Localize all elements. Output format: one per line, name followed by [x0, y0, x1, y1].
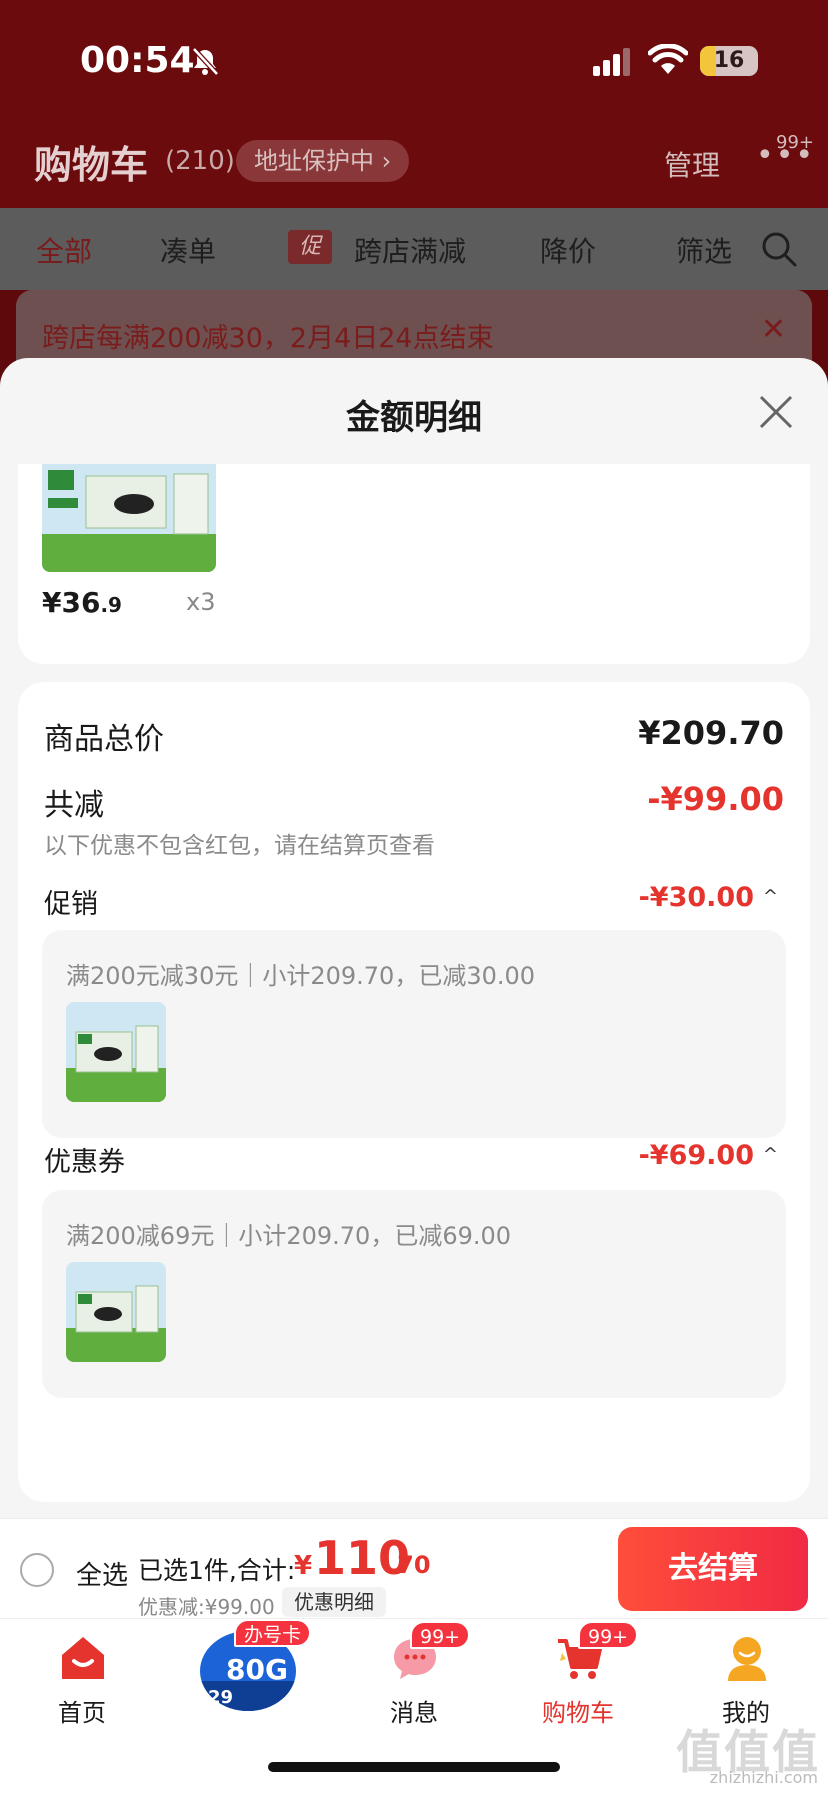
home-indicator[interactable] — [268, 1762, 560, 1772]
amount-detail-sheet: 金额明细 ¥36.9 x3 商品总价 ¥209.70 共减 -¥99.00 以下… — [0, 358, 828, 1518]
total-decimal: .70 — [388, 1551, 431, 1579]
selected-info: 已选1件,合计: — [138, 1556, 296, 1585]
user-avatar-icon — [728, 1637, 766, 1681]
promo-badge: 办号卡 — [234, 1619, 312, 1647]
product-image[interactable] — [42, 464, 216, 572]
coupon-label: 优惠券 — [44, 1147, 125, 1178]
promo-detail-text: 满200元减30元｜小计209.70，已减30.00 — [66, 962, 536, 990]
battery-level: 16 — [713, 48, 745, 73]
promo-label: 促销 — [44, 889, 98, 920]
manage-button[interactable]: 管理 — [664, 144, 720, 184]
home-icon — [62, 1637, 104, 1679]
total-label: 商品总价 — [44, 722, 164, 757]
sheet-title: 金额明细 — [346, 398, 482, 438]
promo-tag: 促 — [288, 230, 332, 264]
banner-text: 跨店每满200减30，2月4日24点结束 — [42, 323, 494, 354]
tab-cart-label: 购物车 — [542, 1699, 614, 1727]
product-price: ¥36.9 — [42, 586, 122, 619]
promo-product-thumb[interactable] — [66, 1002, 166, 1102]
checkout-button[interactable]: 去结算 — [618, 1527, 808, 1611]
bell-muted-icon — [192, 47, 219, 76]
tab-price-drop[interactable]: 降价 — [540, 230, 596, 270]
wifi-icon — [648, 44, 688, 74]
checkout-bar: 全选 已选1件,合计: ¥ 110 .70 优惠减:¥99.00 优惠明细 去结… — [0, 1518, 828, 1619]
promo-value: -¥30.00 — [638, 882, 754, 913]
summary-card: 商品总价 ¥209.70 共减 -¥99.00 以下优惠不包含红包，请在结算页查… — [18, 682, 810, 1502]
reduce-note: 以下优惠不包含红包，请在结算页查看 — [44, 833, 435, 859]
cellular-signal-icon — [593, 48, 630, 76]
select-all-checkbox[interactable] — [20, 1553, 54, 1587]
coupon-detail-text: 满200减69元｜小计209.70，已减69.00 — [66, 1222, 512, 1250]
coupon-value: -¥69.00 — [638, 1140, 754, 1171]
coupon-product-thumb[interactable] — [66, 1262, 166, 1362]
tab-messages-label: 消息 — [390, 1699, 438, 1727]
tab-bundle[interactable]: 凑单 — [160, 230, 216, 270]
status-bar: 00:54 16 — [0, 0, 828, 120]
search-icon[interactable] — [760, 230, 798, 268]
discount-detail-button[interactable]: 优惠明细 — [282, 1587, 386, 1617]
address-protect-pill[interactable]: 地址保护中 › — [236, 140, 410, 182]
chevron-up-icon[interactable]: ^ — [763, 1144, 778, 1165]
chevron-up-icon[interactable]: ^ — [763, 886, 778, 907]
status-time: 00:54 — [80, 40, 195, 81]
cart-badge: 99+ — [578, 1621, 639, 1649]
total-currency: ¥ — [294, 1551, 313, 1581]
filter-bar: 全部 凑单 促 跨店满减 降价 筛选 — [0, 208, 828, 290]
messages-badge: 99+ — [410, 1621, 471, 1649]
page-title: 购物车 — [34, 143, 149, 187]
select-all-label[interactable]: 全选 — [76, 1555, 128, 1592]
promo-data-text: 80G — [226, 1653, 288, 1686]
product-card: ¥36.9 x3 — [18, 464, 810, 664]
tab-cross-store[interactable]: 跨店满减 — [354, 230, 466, 270]
total-value: ¥209.70 — [638, 714, 784, 752]
reduce-value: -¥99.00 — [647, 780, 784, 818]
cart-header: 购物车 (210) 地址保护中 › 管理 ••• 99+ — [0, 120, 828, 208]
watermark-url: zhizhizhi.com — [709, 1768, 818, 1787]
promo-detail-box: 满200元减30元｜小计209.70，已减30.00 — [42, 930, 786, 1138]
promo-price-text: 29 — [208, 1687, 234, 1708]
reduce-label: 共减 — [44, 788, 104, 823]
product-quantity: x3 — [186, 588, 216, 616]
tab-home-label: 首页 — [58, 1699, 106, 1727]
discount-info: 优惠减:¥99.00 — [138, 1595, 275, 1619]
tab-home[interactable]: 首页 — [12, 1619, 152, 1739]
tab-all[interactable]: 全部 — [36, 230, 92, 270]
close-icon[interactable] — [758, 394, 794, 430]
more-badge: 99+ — [776, 132, 814, 153]
banner-close-icon[interactable]: ✕ — [761, 312, 786, 347]
coupon-detail-box: 满200减69元｜小计209.70，已减69.00 — [42, 1190, 786, 1398]
tab-filter[interactable]: 筛选 — [676, 230, 732, 270]
cart-count: (210) — [165, 146, 235, 176]
battery-icon: 16 — [700, 46, 758, 76]
